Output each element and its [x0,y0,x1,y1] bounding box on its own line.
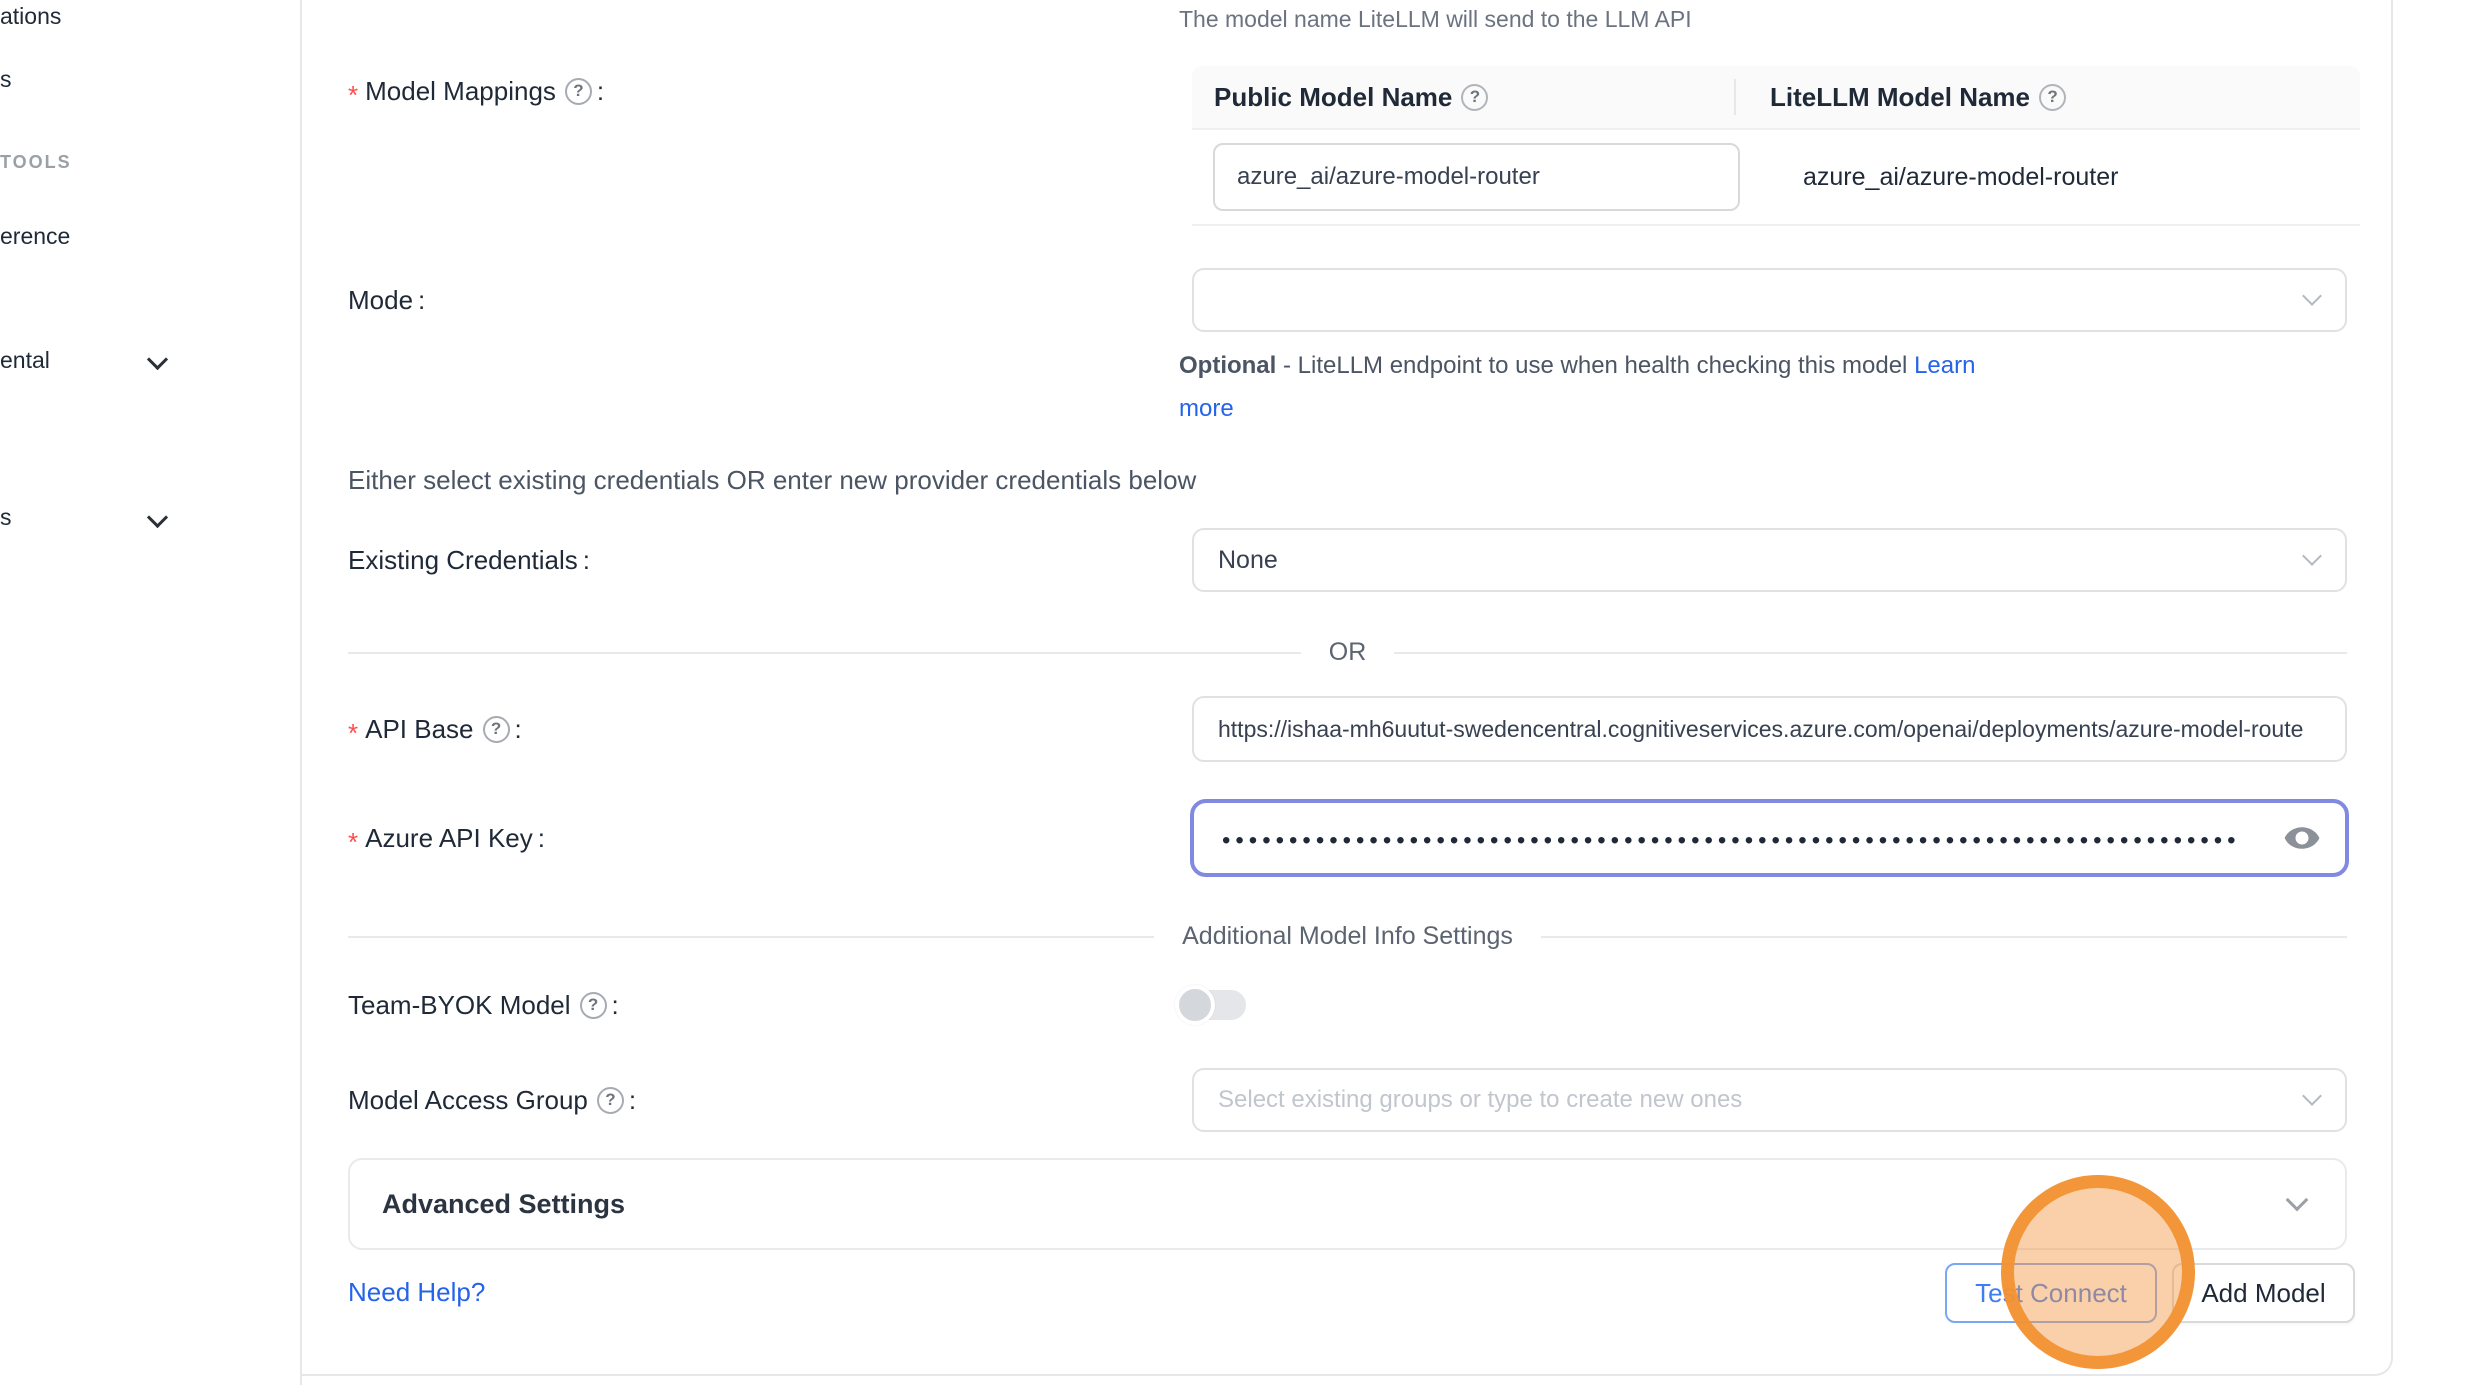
label-colon [418,285,425,316]
test-connect-button[interactable]: Test Connect [1945,1263,2157,1323]
chevron-down-icon[interactable] [147,507,168,528]
chevron-down-icon [2302,286,2322,306]
model-mappings-label: Model Mappings [348,70,604,112]
divider-line [348,936,1154,938]
help-question-icon[interactable] [1461,84,1488,111]
advanced-settings-panel[interactable]: Advanced Settings [348,1158,2347,1250]
sidebar-section-tools: TOOLS [0,148,72,176]
existing-credentials-select[interactable]: None [1192,528,2347,592]
model-mappings-label-text: Model Mappings [365,76,556,107]
advanced-settings-label: Advanced Settings [382,1189,625,1220]
sidebar-item-clipped-3[interactable]: erence [0,220,70,252]
mode-help-bold: Optional [1179,352,1276,379]
litellm-model-name-value: azure_ai/azure-model-router [1803,130,2118,224]
litellm-model-name-header-text: LiteLLM Model Name [1770,82,2030,113]
additional-settings-divider-text: Additional Model Info Settings [1182,922,1513,951]
label-colon [597,76,604,107]
or-divider-text: OR [1329,638,1367,667]
chevron-down-icon [2302,1086,2322,1106]
model-mappings-row: azure_ai/azure-model-router azure_ai/azu… [1192,130,2360,224]
api-base-label-text: API Base [365,714,473,745]
credentials-note: Either select existing credentials OR en… [348,465,1196,496]
sidebar-item-clipped-5[interactable]: s [0,501,12,533]
mode-select[interactable] [1192,268,2347,332]
add-model-panel: The model name LiteLLM will send to the … [302,0,2393,1376]
model-mappings-table: Public Model Name LiteLLM Model Name azu… [1192,66,2360,226]
model-access-group-select[interactable]: Select existing groups or type to create… [1192,1068,2347,1132]
add-model-button[interactable]: Add Model [2172,1263,2355,1323]
chevron-down-icon [2286,1189,2309,1212]
label-colon [515,714,522,745]
chevron-down-icon [2302,546,2322,566]
eye-icon[interactable] [2283,819,2321,857]
sidebar-item-clipped-4[interactable]: ental [0,344,50,376]
divider-line [1394,652,2347,654]
toggle-knob [1175,985,1215,1025]
existing-credentials-value: None [1218,546,1278,575]
divider-line [348,652,1301,654]
help-question-icon[interactable] [565,78,592,105]
label-colon [629,1085,636,1116]
label-colon [612,990,619,1021]
mode-help-text: Optional - LiteLLM endpoint to use when … [1179,344,1999,430]
sidebar-item-clipped-1[interactable]: ations [0,0,61,32]
divider-line [1541,936,2347,938]
public-model-name-input[interactable]: azure_ai/azure-model-router [1213,143,1740,211]
api-base-input[interactable]: https://ishaa-mh6uutut-swedencentral.cog… [1192,696,2347,762]
litellm-model-name-header: LiteLLM Model Name [1736,82,2066,113]
mode-help-body: - LiteLLM endpoint to use when health ch… [1276,352,1914,379]
model-access-group-label: Model Access Group [348,1079,636,1121]
team-byok-label-text: Team-BYOK Model [348,990,571,1021]
existing-credentials-label-text: Existing Credentials [348,545,578,576]
model-mappings-header: Public Model Name LiteLLM Model Name [1192,66,2360,130]
help-question-icon[interactable] [580,992,607,1019]
model-access-group-placeholder: Select existing groups or type to create… [1218,1086,1742,1114]
or-divider: OR [348,638,2347,667]
azure-api-key-label-text: Azure API Key [365,823,533,854]
team-byok-toggle[interactable] [1178,990,1246,1020]
mode-label: Mode [348,279,425,321]
sidebar-item-clipped-2[interactable]: s [0,63,12,95]
masked-api-key-value: ••••••••••••••••••••••••••••••••••••••••… [1222,823,2241,853]
team-byok-label: Team-BYOK Model [348,984,619,1026]
required-asterisk [348,712,358,746]
public-model-name-header: Public Model Name [1192,66,1736,128]
help-question-icon[interactable] [2039,84,2066,111]
api-base-label: API Base [348,708,522,750]
model-access-group-label-text: Model Access Group [348,1085,588,1116]
label-colon [583,545,590,576]
chevron-down-icon[interactable] [147,349,168,370]
mode-label-text: Mode [348,285,413,316]
azure-api-key-label: Azure API Key [348,817,545,859]
help-question-icon[interactable] [483,716,510,743]
add-model-form-screen: ations s TOOLS erence ental s The model … [0,0,2477,1385]
required-asterisk [348,821,358,855]
required-asterisk [348,74,358,108]
additional-settings-divider: Additional Model Info Settings [348,922,2347,951]
need-help-link[interactable]: Need Help? [348,1277,485,1308]
azure-api-key-input[interactable]: ••••••••••••••••••••••••••••••••••••••••… [1190,799,2349,877]
label-colon [538,823,545,854]
existing-credentials-label: Existing Credentials [348,539,590,581]
sidebar: ations s TOOLS erence ental s [0,0,302,1385]
litellm-model-name-help: The model name LiteLLM will send to the … [1179,6,1692,33]
public-model-name-header-text: Public Model Name [1214,82,1452,113]
help-question-icon[interactable] [597,1087,624,1114]
